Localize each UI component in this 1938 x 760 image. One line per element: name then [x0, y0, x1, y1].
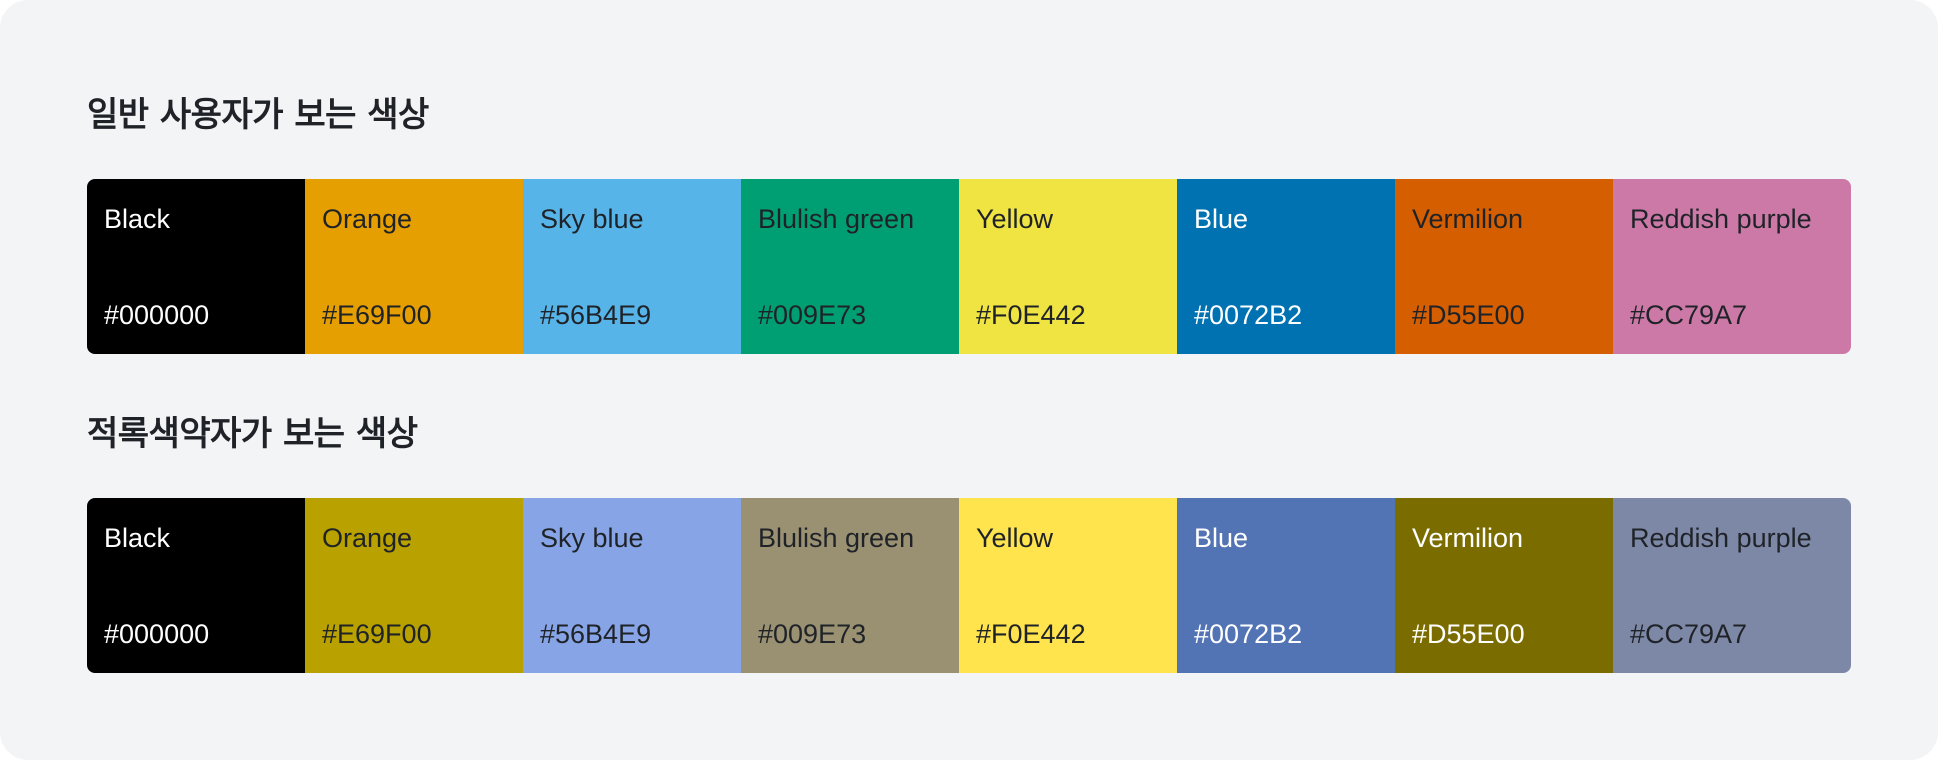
- swatch-hex: #E69F00: [322, 300, 432, 330]
- swatch-sky-blue: Sky blue #56B4E9: [523, 498, 741, 673]
- swatch-hex: #56B4E9: [540, 300, 652, 330]
- swatch-vermilion: Vermilion #D55E00: [1395, 179, 1613, 354]
- palette-red-green-cvd: Black #000000 Orange #E69F00 Sky blue #5…: [87, 498, 1851, 673]
- swatch-hex: #0072B2: [1194, 619, 1303, 649]
- swatch-name: Vermilion: [1412, 204, 1524, 234]
- section-title-red-green-cvd: 적록색약자가 보는 색상: [87, 414, 418, 454]
- swatch-black: Black #000000: [87, 179, 305, 354]
- swatch-name: Blue: [1194, 523, 1249, 553]
- swatch-name: Sky blue: [540, 523, 644, 553]
- swatch-reddish-purple: Reddish purple #CC79A7: [1613, 498, 1851, 673]
- section-title-normal-vision: 일반 사용자가 보는 색상: [87, 95, 429, 135]
- swatch-orange: Orange #E69F00: [305, 498, 523, 673]
- swatch-orange: Orange #E69F00: [305, 179, 523, 354]
- swatch-hex: #009E73: [758, 300, 867, 330]
- swatch-vermilion: Vermilion #D55E00: [1395, 498, 1613, 673]
- swatch-hex: #F0E442: [976, 300, 1086, 330]
- swatch-reddish-purple: Reddish purple #CC79A7: [1613, 179, 1851, 354]
- swatch-name: Yellow: [976, 523, 1054, 553]
- swatch-hex: #F0E442: [976, 619, 1086, 649]
- swatch-name: Blue: [1194, 204, 1249, 234]
- swatch-hex: #CC79A7: [1630, 619, 1748, 649]
- swatch-name: Reddish purple: [1630, 523, 1812, 553]
- swatch-hex: #E69F00: [322, 619, 432, 649]
- swatch-name: Sky blue: [540, 204, 644, 234]
- swatch-name: Black: [104, 204, 171, 234]
- swatch-hex: #56B4E9: [540, 619, 652, 649]
- swatch-name: Blulish green: [758, 204, 915, 234]
- swatch-name: Black: [104, 523, 171, 553]
- swatch-yellow: Yellow #F0E442: [959, 179, 1177, 354]
- swatch-blue: Blue #0072B2: [1177, 179, 1395, 354]
- swatch-name: Blulish green: [758, 523, 915, 553]
- swatch-bluish-green: Blulish green #009E73: [741, 498, 959, 673]
- swatch-name: Reddish purple: [1630, 204, 1812, 234]
- swatch-hex: #CC79A7: [1630, 300, 1748, 330]
- swatch-hex: #D55E00: [1412, 619, 1525, 649]
- swatch-black: Black #000000: [87, 498, 305, 673]
- swatch-hex: #000000: [104, 619, 210, 649]
- swatch-name: Vermilion: [1412, 523, 1524, 553]
- swatch-sky-blue: Sky blue #56B4E9: [523, 179, 741, 354]
- swatch-blue: Blue #0072B2: [1177, 498, 1395, 673]
- swatch-hex: #009E73: [758, 619, 867, 649]
- swatch-name: Orange: [322, 204, 413, 234]
- color-palette-card: 일반 사용자가 보는 색상 Black #000000 Orange #E69F…: [0, 0, 1938, 760]
- swatch-hex: #000000: [104, 300, 210, 330]
- swatch-name: Orange: [322, 523, 413, 553]
- swatch-bluish-green: Blulish green #009E73: [741, 179, 959, 354]
- swatch-hex: #D55E00: [1412, 300, 1525, 330]
- swatch-yellow: Yellow #F0E442: [959, 498, 1177, 673]
- swatch-hex: #0072B2: [1194, 300, 1303, 330]
- swatch-name: Yellow: [976, 204, 1054, 234]
- palette-normal-vision: Black #000000 Orange #E69F00 Sky blue #5…: [87, 179, 1851, 354]
